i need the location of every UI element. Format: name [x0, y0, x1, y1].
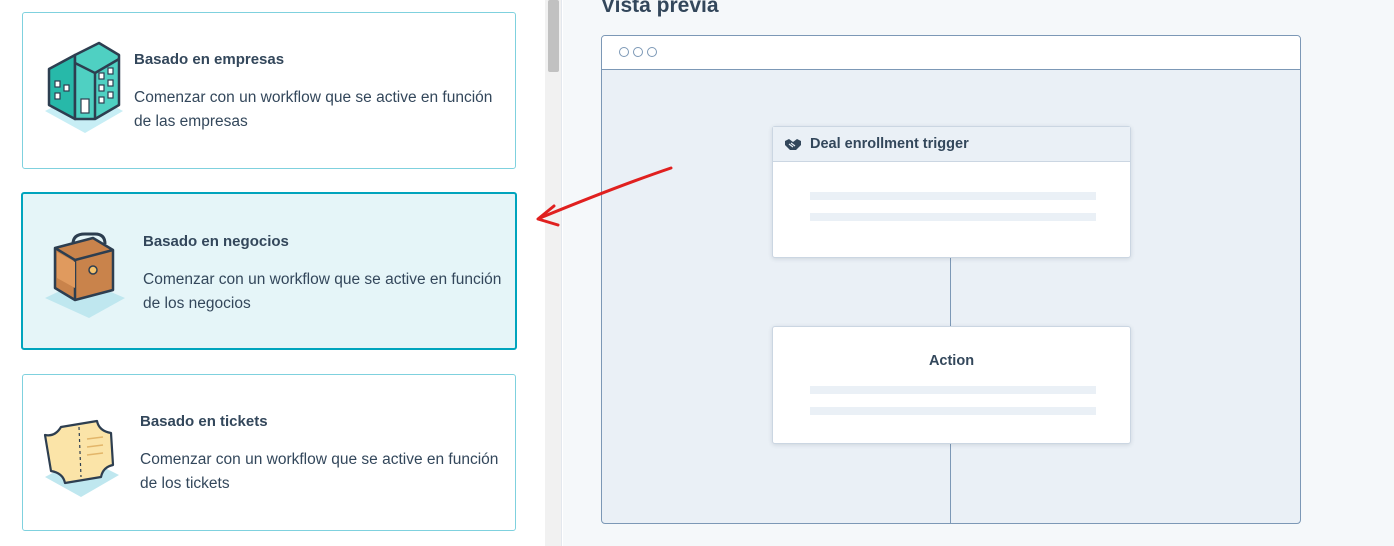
card-description: Comenzar con un workflow que se active e… [140, 451, 499, 492]
scrollbar-thumb[interactable] [548, 0, 559, 72]
trigger-header: Deal enrollment trigger [773, 127, 1130, 162]
window-dot [647, 47, 657, 57]
skeleton-line [810, 192, 1096, 200]
skeleton-line [810, 407, 1096, 415]
skeleton-line [810, 213, 1096, 221]
preview-pane: Vista previa Deal enrollment trigger Act… [563, 0, 1394, 546]
preview-title: Vista previa [601, 0, 719, 17]
card-title: Basado en negocios [143, 233, 289, 250]
card-deal-based[interactable]: Basado en negocios Comenzar con un workf… [21, 192, 517, 350]
building-icon [45, 41, 123, 133]
window-dot [633, 47, 643, 57]
action-node[interactable]: Action [772, 326, 1131, 444]
browser-bar [602, 36, 1300, 70]
skeleton-line [810, 386, 1096, 394]
handshake-icon [785, 139, 801, 150]
annotation-arrow-icon [536, 166, 673, 227]
card-company-based[interactable]: Basado en empresas Comenzar con un workf… [22, 12, 516, 169]
card-title: Basado en empresas [134, 51, 285, 68]
card-title: Basado en tickets [140, 413, 268, 430]
action-label: Action [928, 353, 975, 369]
card-description: Comenzar con un workflow que se active e… [143, 271, 502, 312]
card-ticket-based[interactable]: Basado en tickets Comenzar con un workfl… [22, 374, 516, 531]
workflow-type-list: Basado en empresas Comenzar con un workf… [0, 0, 545, 546]
window-dot [619, 47, 629, 57]
scrollbar[interactable] [545, 0, 562, 546]
connector-line [950, 444, 951, 523]
connector-line [950, 258, 951, 328]
card-description: Comenzar con un workflow que se active e… [134, 89, 493, 130]
briefcase-icon [45, 232, 125, 318]
ticket-icon [43, 419, 119, 497]
preview-browser-frame: Deal enrollment trigger Action [601, 35, 1301, 524]
trigger-label: Deal enrollment trigger [810, 136, 969, 152]
enrollment-trigger-node[interactable]: Deal enrollment trigger [772, 126, 1131, 258]
